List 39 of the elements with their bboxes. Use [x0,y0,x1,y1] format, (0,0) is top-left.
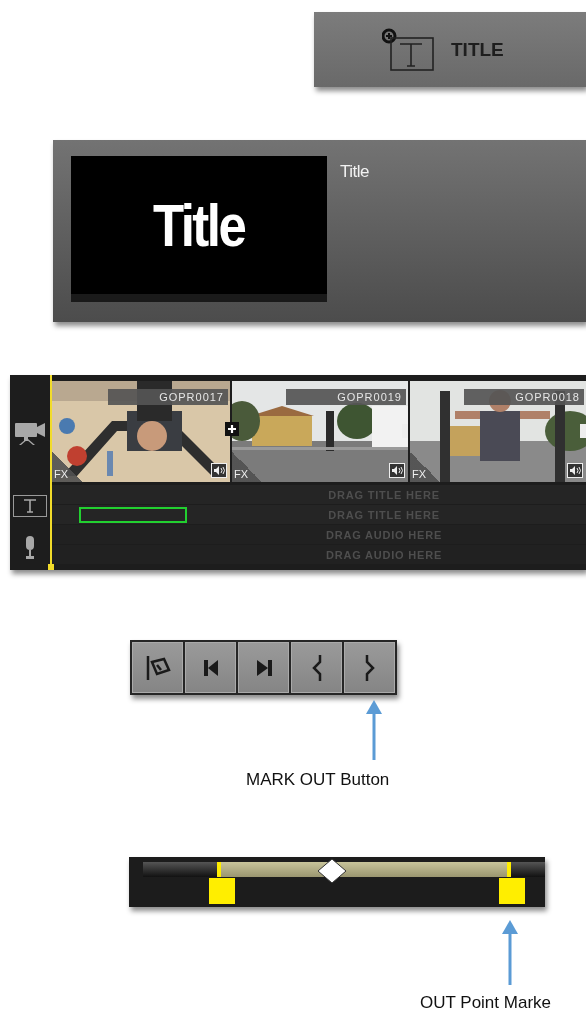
thumbnail-text: Title [153,190,245,260]
speaker-icon[interactable] [211,463,227,478]
callout-arrow [502,920,518,985]
mark-in-button[interactable] [291,642,342,693]
next-button[interactable] [238,642,289,693]
transition-handle[interactable] [402,424,408,438]
video-clip[interactable]: GOPR0018 FX [410,381,586,482]
in-point-marker[interactable] [217,862,222,877]
speaker-icon[interactable] [389,463,405,478]
right-brace-icon [364,652,375,683]
callout-arrow [366,700,382,760]
clip-name: GOPR0019 [286,389,406,405]
title-name: Title [340,162,369,182]
title-card[interactable]: Title Title [53,140,586,322]
out-point-handle[interactable] [498,878,525,904]
video-clip[interactable]: GOPR0017 FX [52,381,230,482]
video-camera-icon [14,420,46,446]
fx-button[interactable]: FX [52,452,82,482]
clip-name: GOPR0018 [464,389,584,405]
in-point-handle[interactable] [209,878,236,904]
playhead-handle[interactable] [48,564,54,570]
left-brace-icon [311,652,322,683]
fx-button[interactable]: FX [410,452,440,482]
scrub-track[interactable] [143,862,545,877]
title-track-icon [13,495,47,517]
add-title-button[interactable]: TITLE [314,12,586,87]
speaker-icon[interactable] [567,463,583,478]
previous-button[interactable] [185,642,236,693]
video-clip[interactable]: GOPR0019 FX [232,381,408,482]
tag-button[interactable] [132,642,183,693]
playhead-handle[interactable] [316,858,347,884]
mark-out-button[interactable] [344,642,395,693]
out-point-marker[interactable] [506,862,511,877]
fx-button[interactable]: FX [232,452,262,482]
callout-label: MARK OUT Button [246,770,391,790]
clip-name: GOPR0017 [108,389,228,405]
plus-icon[interactable] [225,422,239,436]
transition-handle[interactable] [580,424,586,438]
callout-label: OUT Point Marke [420,993,552,1013]
